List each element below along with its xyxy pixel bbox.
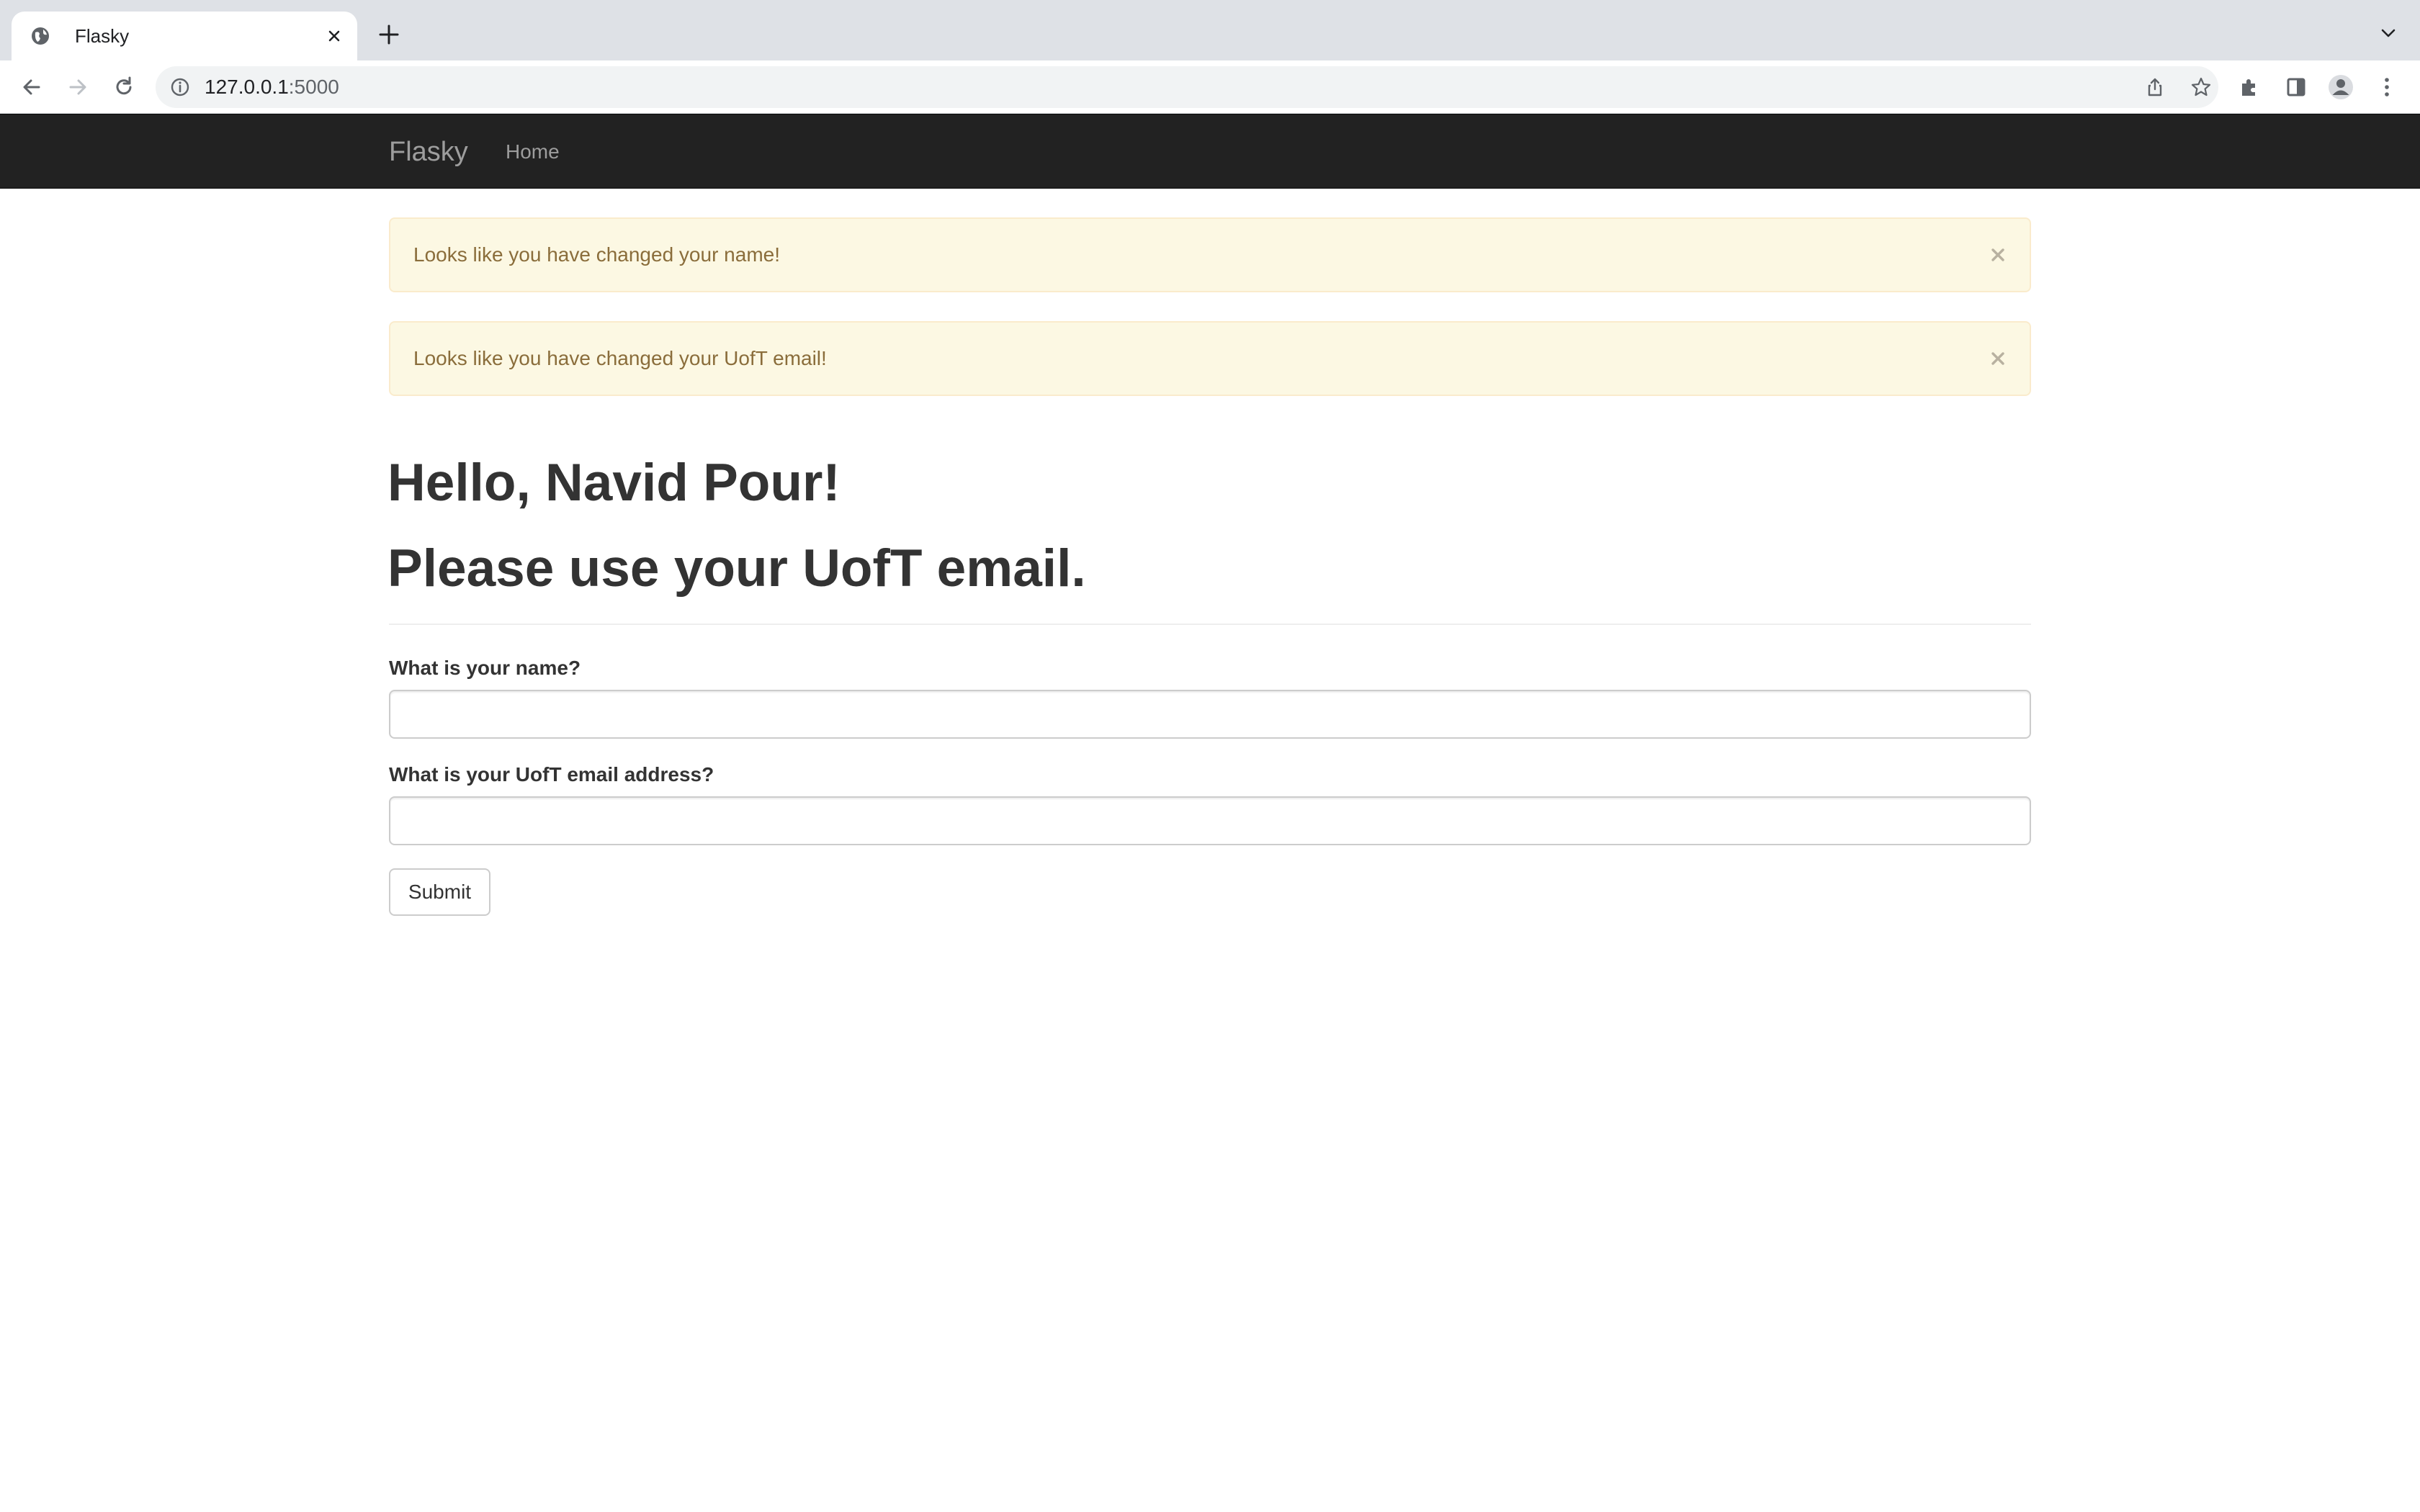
arrow-left-icon[interactable] [17, 73, 46, 102]
submit-button[interactable]: Submit [389, 868, 490, 916]
globe-icon [32, 27, 49, 45]
plus-icon[interactable] [376, 22, 402, 48]
browser-tab-active[interactable]: Flasky [12, 12, 357, 60]
share-icon[interactable] [2143, 76, 2166, 99]
close-icon[interactable] [1988, 245, 2008, 265]
arrow-right-icon[interactable] [63, 73, 92, 102]
profile-icon[interactable] [2326, 73, 2355, 102]
alert-warning: Looks like you have changed your UofT em… [389, 321, 2031, 396]
page-subtitle: Please use your UofT email. [387, 539, 1086, 598]
browser-toolbar: 127.0.0.1:5000 [0, 60, 2420, 114]
alert-message: Looks like you have changed your name! [413, 243, 780, 266]
close-icon[interactable] [1988, 348, 2008, 369]
info-icon[interactable] [169, 76, 192, 99]
navbar-brand[interactable]: Flasky [389, 114, 468, 189]
alert-message: Looks like you have changed your UofT em… [413, 347, 827, 369]
email-input[interactable] [389, 796, 2031, 845]
tab-title: Flasky [75, 25, 130, 47]
address-bar[interactable]: 127.0.0.1:5000 [156, 66, 2218, 108]
nav-link-home[interactable]: Home [506, 114, 560, 189]
browser-tabstrip: Flasky [0, 0, 2420, 60]
email-label: What is your UofT email address? [389, 763, 714, 786]
name-input[interactable] [389, 690, 2031, 739]
close-icon[interactable] [323, 24, 346, 48]
divider [389, 624, 2031, 625]
reload-icon[interactable] [109, 73, 138, 102]
url-host: 127.0.0.1 [205, 76, 289, 98]
star-icon[interactable] [2190, 76, 2213, 99]
url-port: :5000 [288, 76, 339, 98]
alert-warning: Looks like you have changed your name! [389, 217, 2031, 292]
url-text: 127.0.0.1:5000 [205, 66, 339, 108]
chevron-down-icon[interactable] [2377, 22, 2400, 45]
name-label: What is your name? [389, 657, 581, 679]
page-title: Hello, Navid Pour! [387, 454, 841, 512]
kebab-menu-icon[interactable] [2372, 73, 2401, 102]
site-navbar: Flasky Home [0, 114, 2420, 189]
side-panel-icon[interactable] [2282, 73, 2311, 102]
puzzle-icon[interactable] [2236, 73, 2264, 102]
